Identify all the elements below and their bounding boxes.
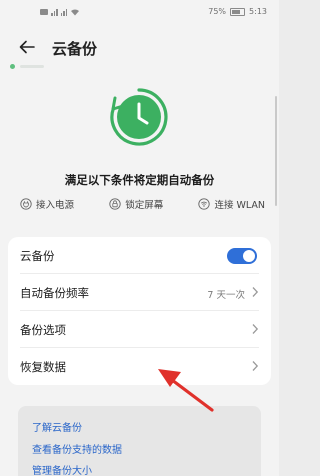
chevron-right-icon — [252, 361, 259, 371]
settings-card: 云备份 自动备份频率 7 天一次 备份选项 恢复数据 — [8, 237, 271, 385]
cloud-backup-label: 云备份 — [20, 249, 55, 263]
power-plug-icon — [20, 198, 32, 210]
backup-options-row[interactable]: 备份选项 — [8, 311, 271, 348]
scrolled-content-peek — [10, 64, 50, 70]
backup-options-label: 备份选项 — [20, 323, 66, 337]
backup-conditions: 接入电源 锁定屏幕 连接 WLAN — [20, 197, 265, 211]
wifi-status-icon — [71, 9, 79, 16]
condition-wlan: 连接 WLAN — [198, 197, 265, 211]
status-bar: 75% 5:13 — [0, 0, 279, 24]
battery-percent: 75% — [208, 7, 227, 16]
arrow-left-icon — [19, 40, 35, 54]
auto-frequency-label: 自动备份频率 — [20, 286, 89, 300]
restore-data-label: 恢复数据 — [20, 360, 66, 374]
condition-lock: 锁定屏幕 — [109, 197, 163, 211]
signal-strength-icon — [51, 8, 58, 16]
backup-clock-icon — [110, 88, 168, 146]
condition-power-label: 接入电源 — [36, 200, 75, 211]
cloud-backup-toggle[interactable] — [227, 248, 257, 264]
supported-data-link[interactable]: 查看备份支持的数据 — [32, 441, 122, 456]
back-button[interactable] — [16, 36, 38, 58]
sim-icon — [40, 9, 48, 15]
chevron-right-icon — [252, 324, 259, 334]
scrollbar[interactable] — [275, 96, 277, 206]
status-right: 75% 5:13 — [208, 7, 267, 16]
auto-frequency-value: 7 天一次 — [207, 290, 245, 301]
page-title: 云备份 — [52, 40, 98, 58]
lock-icon — [109, 198, 121, 210]
signal-strength-icon-2 — [60, 8, 67, 16]
condition-lock-label: 锁定屏幕 — [125, 200, 164, 211]
clock: 5:13 — [249, 7, 267, 16]
restore-data-row[interactable]: 恢复数据 — [8, 348, 271, 385]
wifi-icon — [198, 198, 211, 210]
chevron-right-icon — [252, 287, 259, 297]
learn-cloud-backup-link[interactable]: 了解云备份 — [32, 419, 82, 434]
cloud-backup-row[interactable]: 云备份 — [8, 237, 271, 274]
condition-title: 满足以下条件将定期自动备份 — [64, 173, 215, 187]
condition-power: 接入电源 — [20, 197, 74, 211]
manage-backup-size-link[interactable]: 管理备份大小 — [32, 462, 92, 476]
help-links-box: 了解云备份 查看备份支持的数据 管理备份大小 — [18, 406, 261, 476]
auto-frequency-row[interactable]: 自动备份频率 7 天一次 — [8, 274, 271, 311]
condition-wlan-label: 连接 WLAN — [214, 200, 265, 211]
cloud-backup-screen: 75% 5:13 云备份 满足以下条件将定期自动备份 接入电源 锁定屏幕 连接 … — [0, 0, 279, 476]
battery-icon — [230, 7, 246, 16]
signal-indicators — [40, 8, 80, 16]
